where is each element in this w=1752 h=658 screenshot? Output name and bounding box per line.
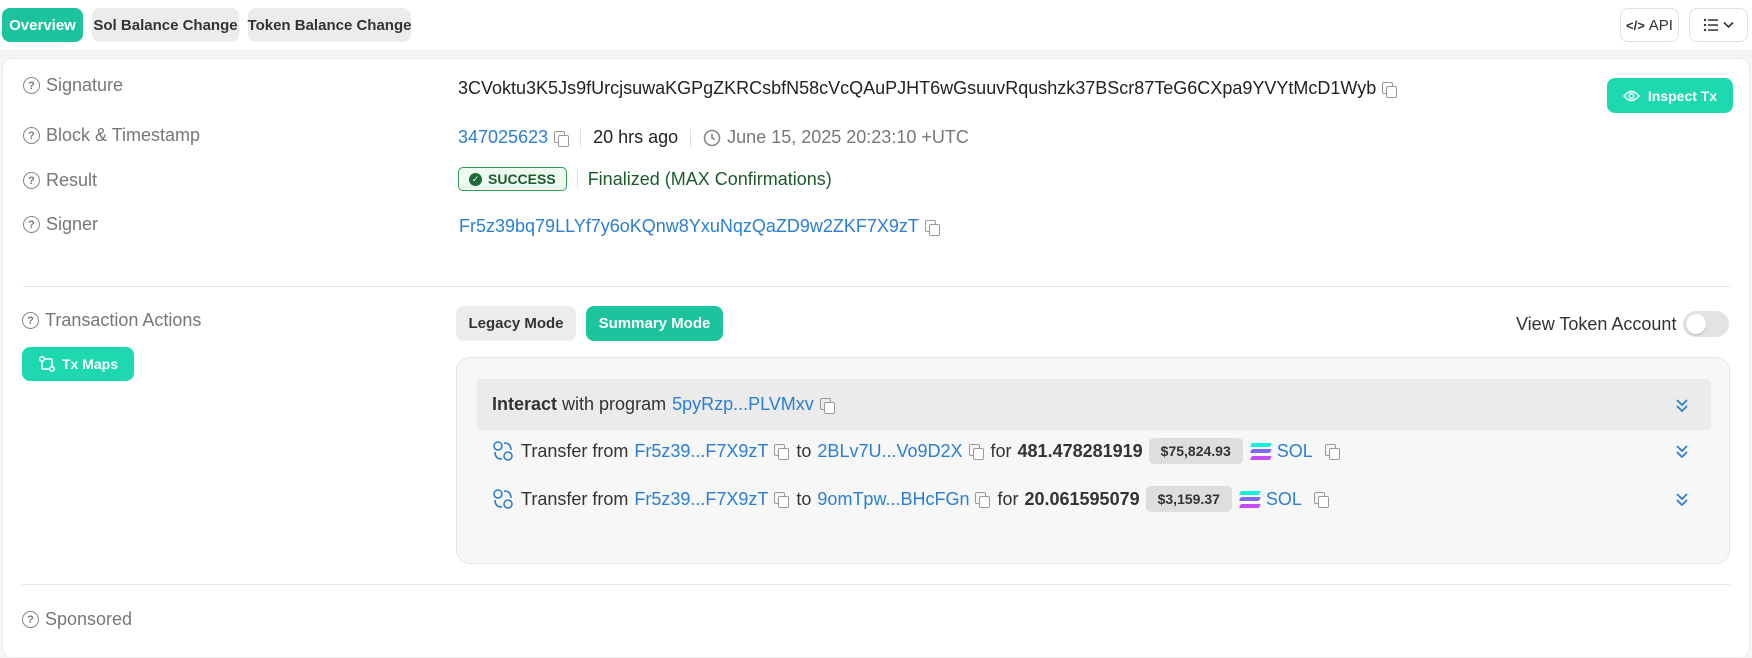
sponsored-label-group: ? Sponsored [22, 609, 132, 630]
transfer-icon [493, 489, 513, 509]
sol-token-icon [1249, 443, 1272, 459]
section-divider [23, 286, 1731, 287]
check-circle-icon: ✓ [469, 172, 482, 186]
transfer-amount: 20.061595079 [1024, 488, 1140, 509]
usd-value-badge: $3,159.37 [1145, 486, 1232, 512]
list-icon [1703, 18, 1718, 32]
copy-icon[interactable] [1313, 492, 1329, 508]
legacy-mode-button[interactable]: Legacy Mode [456, 306, 576, 341]
section-divider [22, 584, 1730, 585]
api-button[interactable]: </> API [1620, 8, 1679, 42]
copy-icon[interactable] [975, 492, 991, 508]
clock-icon [703, 129, 721, 146]
signature-value-group: 3CVoktu3K5Js9fUrcjsuwaKGPgZKRCsbfN58cVcQ… [458, 78, 1398, 99]
signature-label-group: ? Signature [23, 75, 123, 96]
from-address-link[interactable]: Fr5z39...F7X9zT [634, 441, 768, 462]
interact-text: with program [562, 394, 667, 414]
divider [690, 128, 692, 147]
to-word: to [796, 488, 812, 509]
code-icon: </> [1626, 17, 1645, 33]
transaction-actions-label: Transaction Actions [45, 310, 202, 330]
divider [576, 170, 578, 188]
transfer-prefix: Transfer from [521, 488, 629, 509]
help-icon: ? [23, 127, 40, 144]
transfer-prefix: Transfer from [521, 440, 629, 461]
tab-sol-balance-change[interactable]: Sol Balance Change [92, 8, 239, 42]
block-value-group: 347025623 20 hrs ago June 15, 2025 20:23… [458, 127, 969, 148]
signature-value: 3CVoktu3K5Js9fUrcjsuwaKGPgZKRCsbfN58cVcQ… [458, 78, 1377, 98]
expand-chevron-icon[interactable] [1675, 492, 1689, 508]
sponsored-label: Sponsored [45, 609, 133, 629]
to-word: to [796, 440, 812, 461]
for-word: for [990, 440, 1012, 461]
interact-keyword: Interact [492, 394, 558, 414]
expand-chevron-icon[interactable] [1675, 444, 1689, 460]
top-tab-bar: Overview Sol Balance Change Token Balanc… [0, 0, 1752, 50]
copy-icon[interactable] [924, 219, 940, 236]
copy-icon[interactable] [819, 397, 835, 414]
status-badge: ✓ SUCCESS [458, 167, 567, 191]
token-symbol-link[interactable]: SOL [1277, 441, 1313, 462]
transaction-actions-label-group: ? Transaction Actions [22, 310, 201, 331]
view-token-account-label: View Token Account [1516, 314, 1677, 334]
to-address-link[interactable]: 2BLv7U...Vo9D2X [817, 441, 962, 462]
finality-text: Finalized (MAX Confirmations) [587, 168, 832, 189]
status-text: SUCCESS [488, 171, 556, 187]
menu-dropdown-button[interactable] [1689, 8, 1748, 42]
copy-icon[interactable] [1382, 81, 1398, 98]
api-label: API [1648, 16, 1673, 34]
result-label-group: ? Result [23, 170, 97, 191]
copy-icon[interactable] [968, 444, 984, 460]
tab-overview[interactable]: Overview [2, 8, 83, 42]
result-value-group: ✓ SUCCESS Finalized (MAX Confirmations) [458, 167, 832, 191]
tx-maps-button[interactable]: Tx Maps [22, 347, 134, 381]
view-token-account-toggle[interactable] [1683, 311, 1729, 337]
block-age: 20 hrs ago [593, 127, 679, 147]
result-label: Result [46, 170, 98, 190]
tx-maps-label: Tx Maps [61, 356, 118, 372]
inspect-tx-button[interactable]: Inspect Tx [1607, 78, 1733, 113]
block-number-link[interactable]: 347025623 [458, 127, 548, 148]
transfer-row: Transfer from Fr5z39...F7X9zT to 9omTpw.… [492, 486, 1329, 512]
tab-token-balance-change[interactable]: Token Balance Change [248, 8, 411, 42]
help-icon: ? [22, 312, 39, 329]
block-label: Block & Timestamp [46, 125, 201, 145]
usd-value-badge: $75,824.93 [1148, 438, 1243, 464]
copy-icon[interactable] [554, 130, 570, 147]
signer-address-link[interactable]: Fr5z39bq79LLYf7y6oKQnw8YxuNqzQaZD9w2ZKF7… [459, 216, 919, 237]
signer-label: Signer [46, 214, 99, 234]
actions-summary-box: Interact with program 5pyRzp...PLVMxv Tr… [456, 357, 1730, 564]
signer-value-group: Fr5z39bq79LLYf7y6oKQnw8YxuNqzQaZD9w2ZKF7… [459, 216, 940, 237]
help-icon: ? [22, 611, 39, 628]
block-label-group: ? Block & Timestamp [23, 125, 200, 146]
program-link[interactable]: 5pyRzp...PLVMxv [672, 394, 814, 415]
summary-mode-button[interactable]: Summary Mode [586, 306, 723, 341]
block-timestamp: June 15, 2025 20:23:10 +UTC [727, 127, 969, 147]
map-route-icon [38, 356, 56, 372]
eye-icon [1622, 90, 1640, 101]
inspect-tx-label: Inspect Tx [1647, 87, 1718, 104]
token-symbol-link[interactable]: SOL [1266, 489, 1302, 510]
divider [580, 128, 582, 147]
chevron-down-icon [1723, 21, 1734, 29]
signer-label-group: ? Signer [23, 214, 98, 235]
to-address-link[interactable]: 9omTpw...BHcFGn [817, 489, 969, 510]
for-word: for [997, 488, 1019, 509]
transfer-row: Transfer from Fr5z39...F7X9zT to 2BLv7U.… [492, 438, 1340, 464]
from-address-link[interactable]: Fr5z39...F7X9zT [634, 489, 768, 510]
expand-chevron-icon[interactable] [1675, 398, 1689, 414]
signature-label: Signature [46, 75, 124, 95]
transfer-amount: 481.478281919 [1017, 440, 1143, 461]
sol-token-icon [1239, 491, 1261, 507]
copy-icon[interactable] [774, 444, 790, 460]
copy-icon[interactable] [1324, 444, 1340, 460]
help-icon: ? [23, 172, 40, 189]
transfer-icon [493, 441, 513, 461]
interact-row: Interact with program 5pyRzp...PLVMxv [477, 379, 1711, 430]
copy-icon[interactable] [774, 492, 790, 508]
help-icon: ? [23, 77, 40, 94]
help-icon: ? [23, 216, 40, 233]
